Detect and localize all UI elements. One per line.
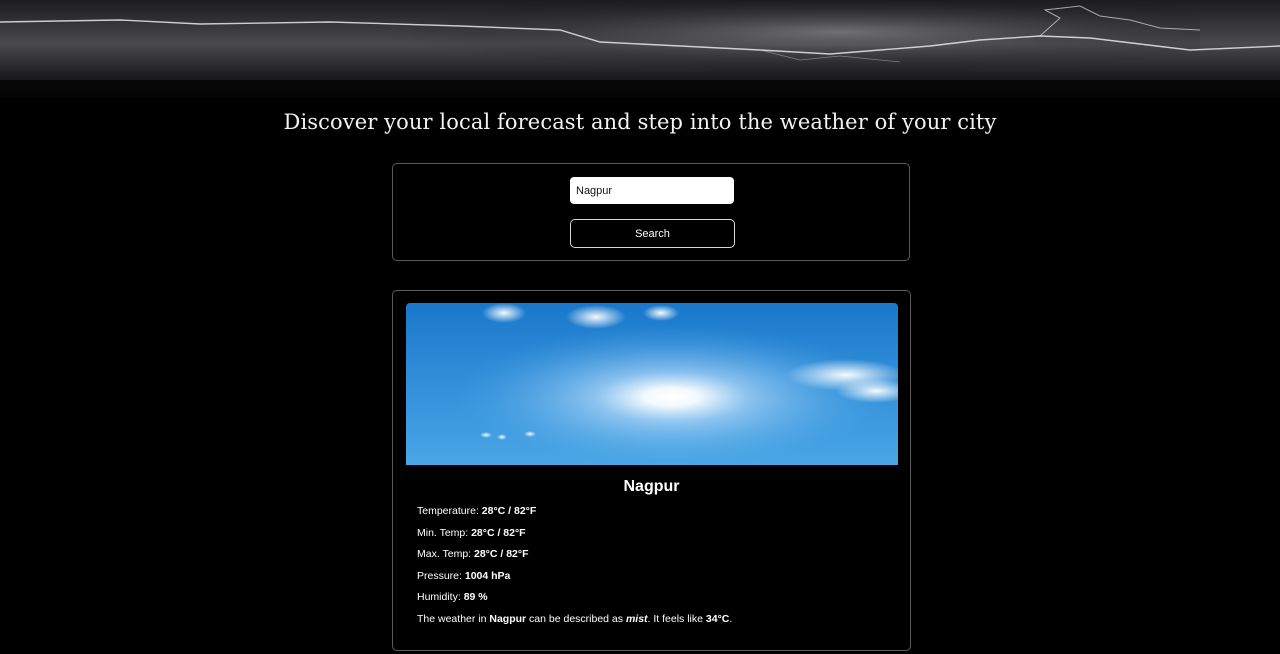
search-panel: Search: [392, 163, 910, 261]
description-feels: . It feels like: [647, 613, 706, 625]
weather-description: The weather in Nagpur can be described a…: [417, 613, 732, 625]
min-temp-value: 28°C / 82°F: [471, 527, 526, 539]
min-temp-row: Min. Temp: 28°C / 82°F: [417, 527, 526, 539]
pressure-value: 1004 hPa: [464, 570, 511, 582]
weather-condition-image: [406, 303, 898, 465]
search-button[interactable]: Search: [570, 219, 735, 248]
city-name-heading: Nagpur: [623, 478, 680, 495]
pressure-label: Pressure:: [417, 570, 465, 582]
description-end: .: [729, 613, 733, 625]
humidity-row: Humidity: 89 %: [417, 591, 488, 603]
header-banner-lightning: [0, 0, 1280, 98]
temperature-label: Temperature:: [417, 505, 482, 517]
description-middle: can be described as: [526, 613, 626, 625]
description-prefix: The weather in: [417, 613, 490, 625]
page-headline: Discover your local forecast and step in…: [283, 110, 997, 134]
max-temp-label: Max. Temp:: [417, 548, 474, 560]
description-feels-value: 34°C: [705, 613, 730, 625]
description-city: Nagpur: [489, 613, 527, 625]
max-temp-row: Max. Temp: 28°C / 82°F: [417, 548, 529, 560]
temperature-value: 28°C / 82°F: [481, 505, 537, 517]
humidity-label: Humidity:: [417, 591, 464, 603]
pressure-row: Pressure: 1004 hPa: [417, 570, 510, 582]
min-temp-label: Min. Temp:: [417, 527, 472, 539]
max-temp-value: 28°C / 82°F: [474, 548, 529, 560]
description-condition: mist: [625, 613, 648, 625]
weather-result-card: Nagpur Temperature: 28°C / 82°F Min. Tem…: [392, 290, 911, 651]
lightning-illustration: [0, 0, 1280, 98]
city-search-input[interactable]: [570, 177, 734, 204]
humidity-value: 89 %: [463, 591, 488, 603]
temperature-row: Temperature: 28°C / 82°F: [417, 505, 536, 517]
